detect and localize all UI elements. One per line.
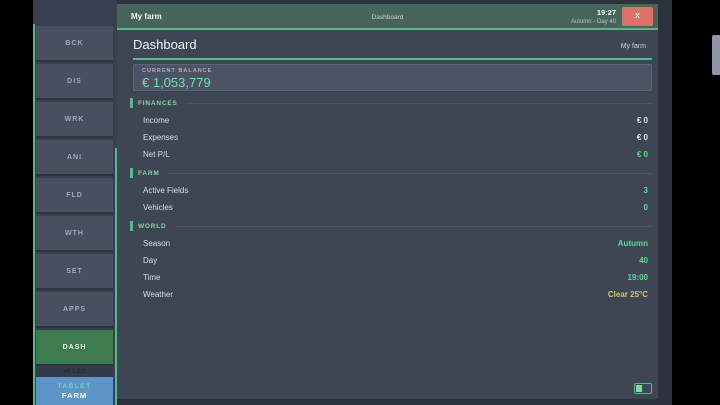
sidebar-item-label: DASH xyxy=(63,344,87,351)
close-icon: X xyxy=(635,13,640,20)
sidebar-item-work[interactable]: WRK xyxy=(36,102,113,138)
balance-value: € 1,053,779 xyxy=(142,75,643,90)
desktop-artifact xyxy=(712,35,720,75)
top-bar: My farm Dashboard 19:27 Autumn - Day 40 … xyxy=(117,4,658,30)
sidebar-item-label: SET xyxy=(66,268,83,275)
brand-tablet-label: TABLET xyxy=(57,383,91,390)
section-rule xyxy=(168,173,652,174)
page-title: Dashboard xyxy=(133,37,197,52)
dashboard-panel: Dashboard My farm CURRENT BALANCE € 1,05… xyxy=(117,30,658,399)
sidebar-item-label: FLD xyxy=(66,192,83,199)
section-title-label: WORLD xyxy=(138,223,167,230)
stat-row-active-fields: Active Fields 3 xyxy=(143,184,648,196)
row-value: 0 xyxy=(644,203,648,212)
version-label: v0.1.2.1 xyxy=(36,367,113,377)
row-label: Time xyxy=(143,273,160,282)
sidebar-item-back[interactable]: BCK xyxy=(36,26,113,62)
row-label: Season xyxy=(143,239,170,248)
sidebar-item-apps[interactable]: APPS xyxy=(36,292,113,328)
battery-fill xyxy=(636,385,644,392)
section-rule xyxy=(186,103,652,104)
row-value: Clear 25°C xyxy=(608,290,648,299)
stat-row-net-pl: Net P/L € 0 xyxy=(143,148,648,160)
stat-row-income: Income € 0 xyxy=(143,114,648,126)
section-accent-bar xyxy=(130,168,133,178)
brand-farm-label: FARM xyxy=(62,391,87,400)
sidebar-item-settings[interactable]: SET xyxy=(36,254,113,290)
date-label: Autumn - Day 40 xyxy=(571,19,616,25)
close-button[interactable]: X xyxy=(622,7,653,26)
farm-name-label: My farm xyxy=(621,43,646,50)
row-label: Day xyxy=(143,256,157,265)
stat-row-season: Season Autumn xyxy=(143,237,648,249)
section-finances: FINANCES xyxy=(130,98,652,108)
sidebar-item-dashboard[interactable]: DASH xyxy=(36,330,113,366)
stat-row-vehicles: Vehicles 0 xyxy=(143,201,648,213)
section-farm: FARM xyxy=(130,168,652,178)
row-value: € 0 xyxy=(637,116,648,125)
sidebar-item-dis[interactable]: DIS xyxy=(36,64,113,100)
row-label: Income xyxy=(143,116,169,125)
section-rule xyxy=(175,226,652,227)
title-underline xyxy=(133,58,652,60)
row-value: 3 xyxy=(644,186,648,195)
row-label: Active Fields xyxy=(143,186,188,195)
section-accent-bar xyxy=(130,98,133,108)
row-value: € 0 xyxy=(637,150,648,159)
row-label: Weather xyxy=(143,290,173,299)
sidebar-item-tablet-farm[interactable]: TABLET FARM xyxy=(36,377,113,405)
section-title-label: FINANCES xyxy=(138,100,178,107)
section-world: WORLD xyxy=(130,221,652,231)
stat-row-day: Day 40 xyxy=(143,254,648,266)
topbar-clock-block: 19:27 Autumn - Day 40 xyxy=(571,8,616,25)
sidebar-item-label: WRK xyxy=(65,116,85,123)
row-label: Net P/L xyxy=(143,150,170,159)
sidebar-item-label: ANI xyxy=(67,154,82,161)
battery-icon xyxy=(634,383,652,394)
sidebar-item-weather[interactable]: WTH xyxy=(36,216,113,252)
row-value: 19:00 xyxy=(628,273,648,282)
stat-row-time: Time 19:00 xyxy=(143,271,648,283)
row-value: Autumn xyxy=(618,239,648,248)
row-label: Vehicles xyxy=(143,203,173,212)
balance-label: CURRENT BALANCE xyxy=(142,68,643,74)
clock-label: 19:27 xyxy=(571,8,616,17)
sidebar-item-fields[interactable]: FLD xyxy=(36,178,113,214)
row-value: € 0 xyxy=(637,133,648,142)
section-accent-bar xyxy=(130,221,133,231)
sidebar-item-label: BCK xyxy=(65,40,83,47)
sidebar-item-label: APPS xyxy=(63,306,86,313)
row-value: 40 xyxy=(639,256,648,265)
sidebar-item-label: DIS xyxy=(67,78,82,85)
sidebar-item-label: WTH xyxy=(65,230,84,237)
tablet-window: BCK DIS WRK ANI FLD WTH SET APPS DASH v0… xyxy=(33,0,672,405)
sidebar-accent-line-left xyxy=(33,24,35,405)
section-title-label: FARM xyxy=(138,170,160,177)
current-balance-card: CURRENT BALANCE € 1,053,779 xyxy=(133,64,652,91)
screen: BCK DIS WRK ANI FLD WTH SET APPS DASH v0… xyxy=(0,0,720,405)
stat-row-expenses: Expenses € 0 xyxy=(143,131,648,143)
sidebar: BCK DIS WRK ANI FLD WTH SET APPS DASH v0… xyxy=(33,0,117,405)
sidebar-item-animals[interactable]: ANI xyxy=(36,140,113,176)
row-label: Expenses xyxy=(143,133,178,142)
stat-row-weather: Weather Clear 25°C xyxy=(143,288,648,300)
